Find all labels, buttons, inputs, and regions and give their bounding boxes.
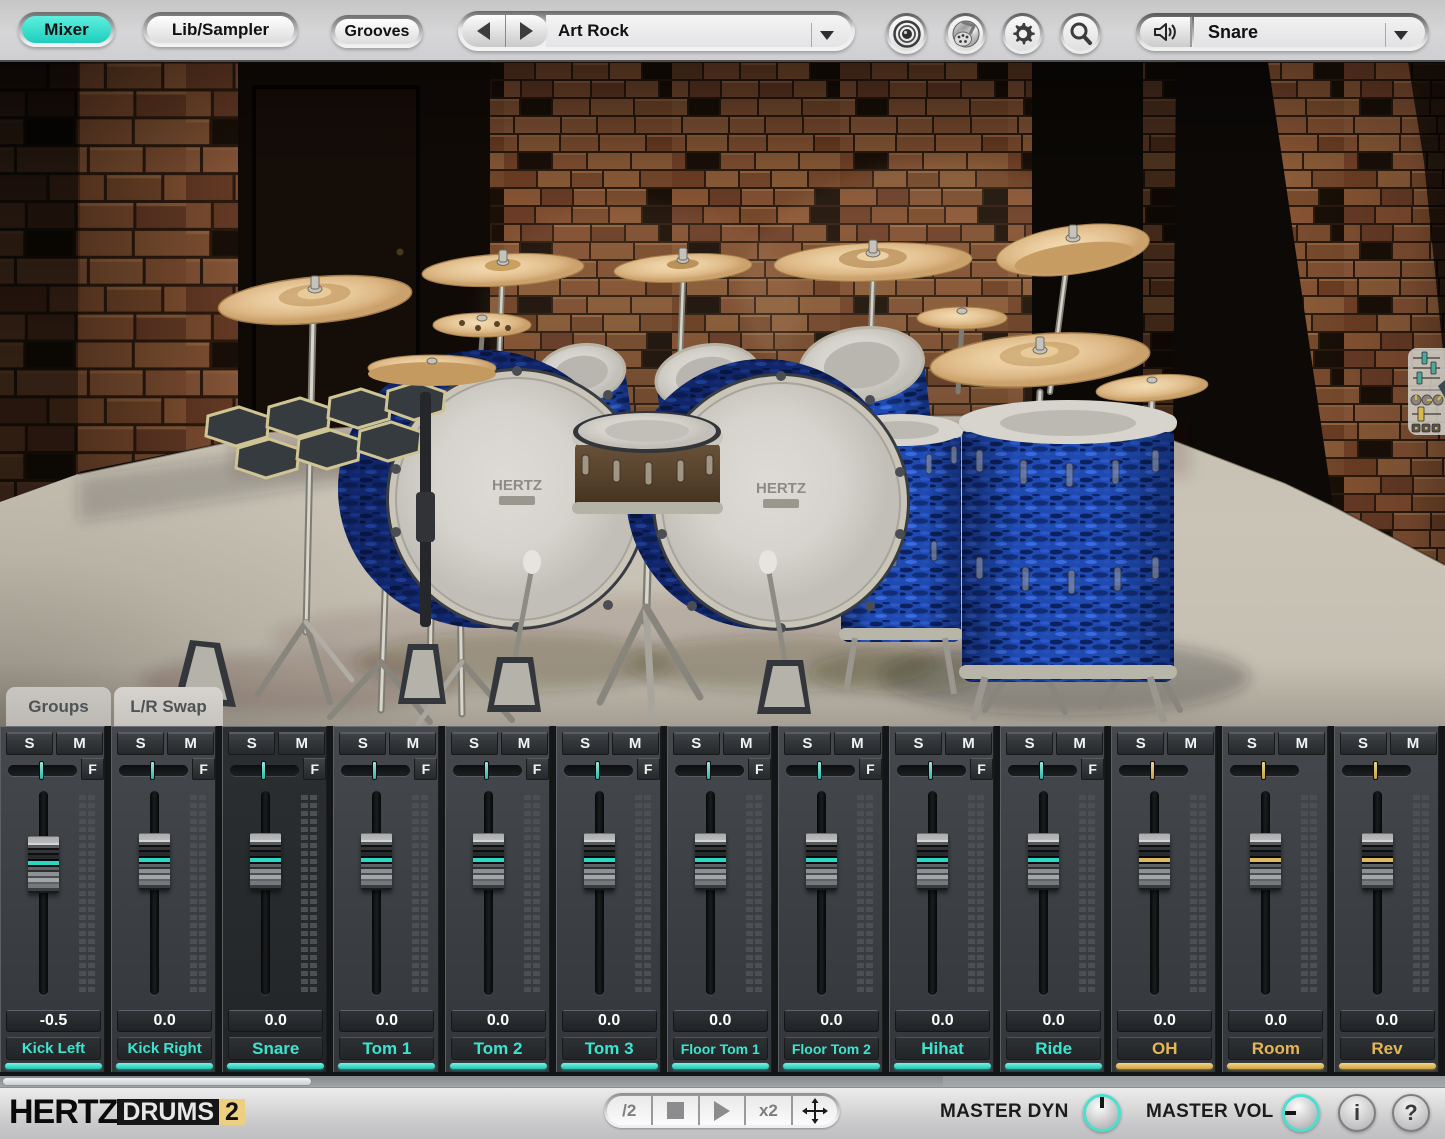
svg-text:HERTZ: HERTZ xyxy=(756,480,806,497)
svg-text:HERTZ: HERTZ xyxy=(492,477,542,494)
